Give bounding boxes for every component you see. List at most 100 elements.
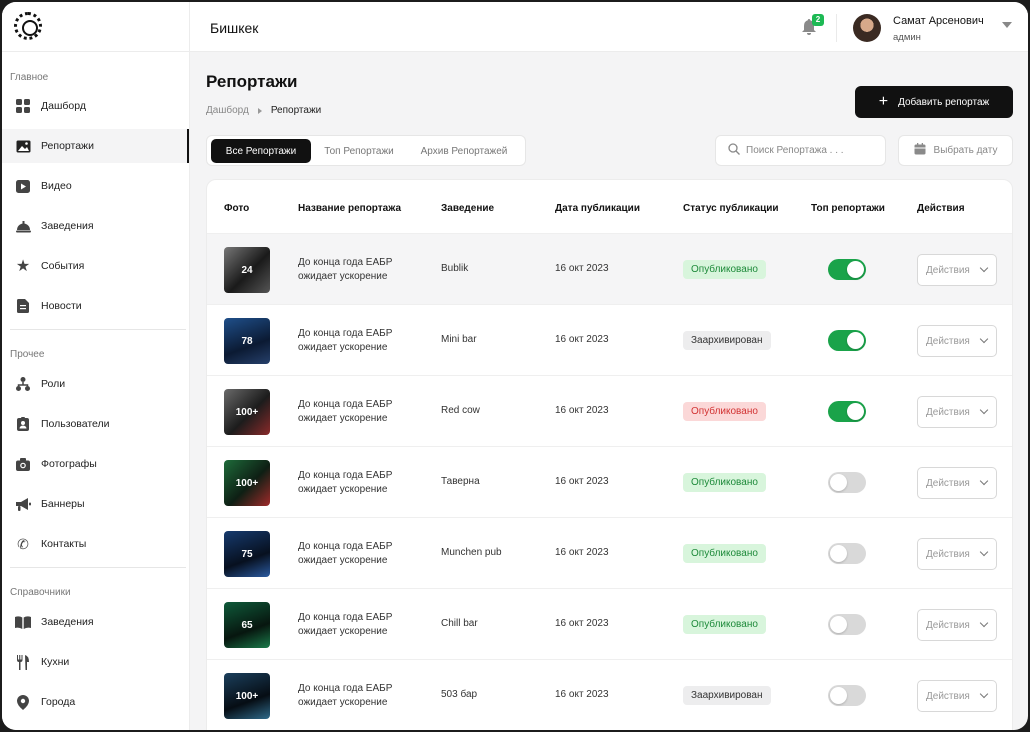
sidebar-item-banners[interactable]: Баннеры [2,487,188,521]
breadcrumb: Дашборд Репортажи [206,105,321,116]
chevron-right-icon [257,107,262,114]
chevron-down-icon [979,263,989,273]
select-date-button[interactable]: Выбрать дату [898,135,1013,166]
table-row[interactable]: 100+ До конца года ЕАБР ожидает ускорени… [207,659,1012,730]
actions-dropdown[interactable]: Действия [917,538,997,570]
report-title: До конца года ЕАБР ожидает ускорение [298,257,393,282]
tab-all-reports[interactable]: Все Репортажи [211,139,311,163]
publish-date: 16 окт 2023 [555,476,609,487]
sidebar-item-news[interactable]: Новости [2,289,188,323]
top-report-toggle[interactable] [828,543,866,564]
table-row[interactable]: 100+ До конца года ЕАБР ожидает ускорени… [207,375,1012,446]
sidebar-item-dashboard[interactable]: Дашборд [2,89,188,123]
chevron-down-icon [979,547,989,557]
megaphone-icon [15,496,31,512]
sidebar-item-venues[interactable]: Заведения [2,209,188,243]
actions-dropdown[interactable]: Действия [917,467,997,499]
photo-thumbnail[interactable]: 100+ [224,460,270,506]
sidebar-item-photographers[interactable]: Фотографы [2,447,188,481]
photo-thumbnail[interactable]: 65 [224,602,270,648]
toggle-knob [847,403,864,420]
sidebar-item-cities[interactable]: Города [2,685,188,719]
city-selector[interactable]: Бишкек [210,20,258,36]
photo-thumbnail[interactable]: 24 [224,247,270,293]
avatar[interactable] [853,14,881,42]
image-icon [15,138,31,154]
status-badge: Опубликовано [683,260,766,279]
top-report-toggle[interactable] [828,330,866,351]
venue-name: Mini bar [441,334,477,345]
actions-label: Действия [926,690,970,702]
publish-date: 16 окт 2023 [555,263,609,274]
sidebar-item-label: События [41,260,85,272]
sidebar-item-label: Видео [41,180,72,192]
search-box[interactable] [715,135,886,166]
sidebar-item-label: Роли [41,378,66,390]
column-header: Топ репортажи [811,203,885,214]
actions-dropdown[interactable]: Действия [917,396,997,428]
publish-date: 16 окт 2023 [555,405,609,416]
top-report-toggle[interactable] [828,614,866,635]
breadcrumb-link[interactable]: Дашборд [206,105,249,116]
plus-icon: + [878,93,889,110]
photo-thumbnail[interactable]: 100+ [224,673,270,719]
photo-thumbnail[interactable]: 100+ [224,389,270,435]
logo-icon[interactable] [14,12,42,40]
grid-icon [15,98,31,114]
sidebar-item-label: Города [41,696,76,708]
add-report-button[interactable]: + Добавить репортаж [855,86,1013,118]
sidebar-item-users[interactable]: Пользователи [2,407,188,441]
actions-dropdown[interactable]: Действия [917,325,997,357]
report-title: До конца года ЕАБР ожидает ускорение [298,683,393,708]
tab-top-reports[interactable]: Топ Репортажи [315,139,403,163]
breadcrumb-current: Репортажи [270,105,322,116]
top-report-toggle[interactable] [828,401,866,422]
sidebar-item-reports[interactable]: Репортажи [2,129,189,163]
sidebar-item-events[interactable]: ★ События [2,249,188,283]
status-badge: Опубликовано [683,402,766,421]
actions-dropdown[interactable]: Действия [917,609,997,641]
table-row[interactable]: 100+ До конца года ЕАБР ожидает ускорени… [207,446,1012,517]
photo-thumbnail[interactable]: 75 [224,531,270,577]
top-report-toggle[interactable] [828,685,866,706]
user-name[interactable]: Самат Арсенович [893,15,984,27]
sidebar-item-roles[interactable]: Роли [2,367,188,401]
chevron-down-icon [979,476,989,486]
sidebar-item-label: Баннеры [41,498,85,510]
sidebar-item-contacts[interactable]: ✆ Контакты [2,527,188,561]
play-icon [15,178,31,194]
sidebar-divider [10,329,186,330]
report-title: До конца года ЕАБР ожидает ускорение [298,328,393,353]
publish-date: 16 окт 2023 [555,618,609,629]
actions-dropdown[interactable]: Действия [917,680,997,712]
chevron-down-icon[interactable] [1002,22,1012,28]
sidebar: Главное Дашборд Репортажи Видео Заведени… [2,2,190,730]
report-title: До конца года ЕАБР ожидает ускорение [298,612,393,637]
id-badge-icon [15,416,31,432]
venue-name: Munchen pub [441,547,502,558]
sidebar-item-video[interactable]: Видео [2,169,188,203]
actions-dropdown[interactable]: Действия [917,254,997,286]
sidebar-item-cuisines[interactable]: Кухни [2,645,188,679]
tab-archive-reports[interactable]: Архив Репортажей [407,139,521,163]
photo-thumbnail[interactable]: 78 [224,318,270,364]
sidebar-item-label: Контакты [41,538,87,550]
actions-label: Действия [926,264,970,276]
column-header: Дата публикации [555,203,640,214]
calendar-icon [914,143,926,158]
hierarchy-icon [15,376,31,392]
sidebar-item-ref-venues[interactable]: Заведения [2,605,188,639]
sidebar-section-other: Прочее [10,349,45,360]
table-row[interactable]: 24 До конца года ЕАБР ожидает ускорение … [207,233,1012,304]
top-report-toggle[interactable] [828,259,866,280]
table-row[interactable]: 75 До конца года ЕАБР ожидает ускорение … [207,517,1012,588]
notification-badge: 2 [812,14,824,26]
table-row[interactable]: 65 До конца года ЕАБР ожидает ускорение … [207,588,1012,659]
column-header: Статус публикации [683,203,779,214]
search-input[interactable] [746,145,876,156]
report-title: До конца года ЕАБР ожидает ускорение [298,399,393,424]
status-badge: Заархивирован [683,686,771,705]
toggle-knob [830,545,847,562]
top-report-toggle[interactable] [828,472,866,493]
table-row[interactable]: 78 До конца года ЕАБР ожидает ускорение … [207,304,1012,375]
